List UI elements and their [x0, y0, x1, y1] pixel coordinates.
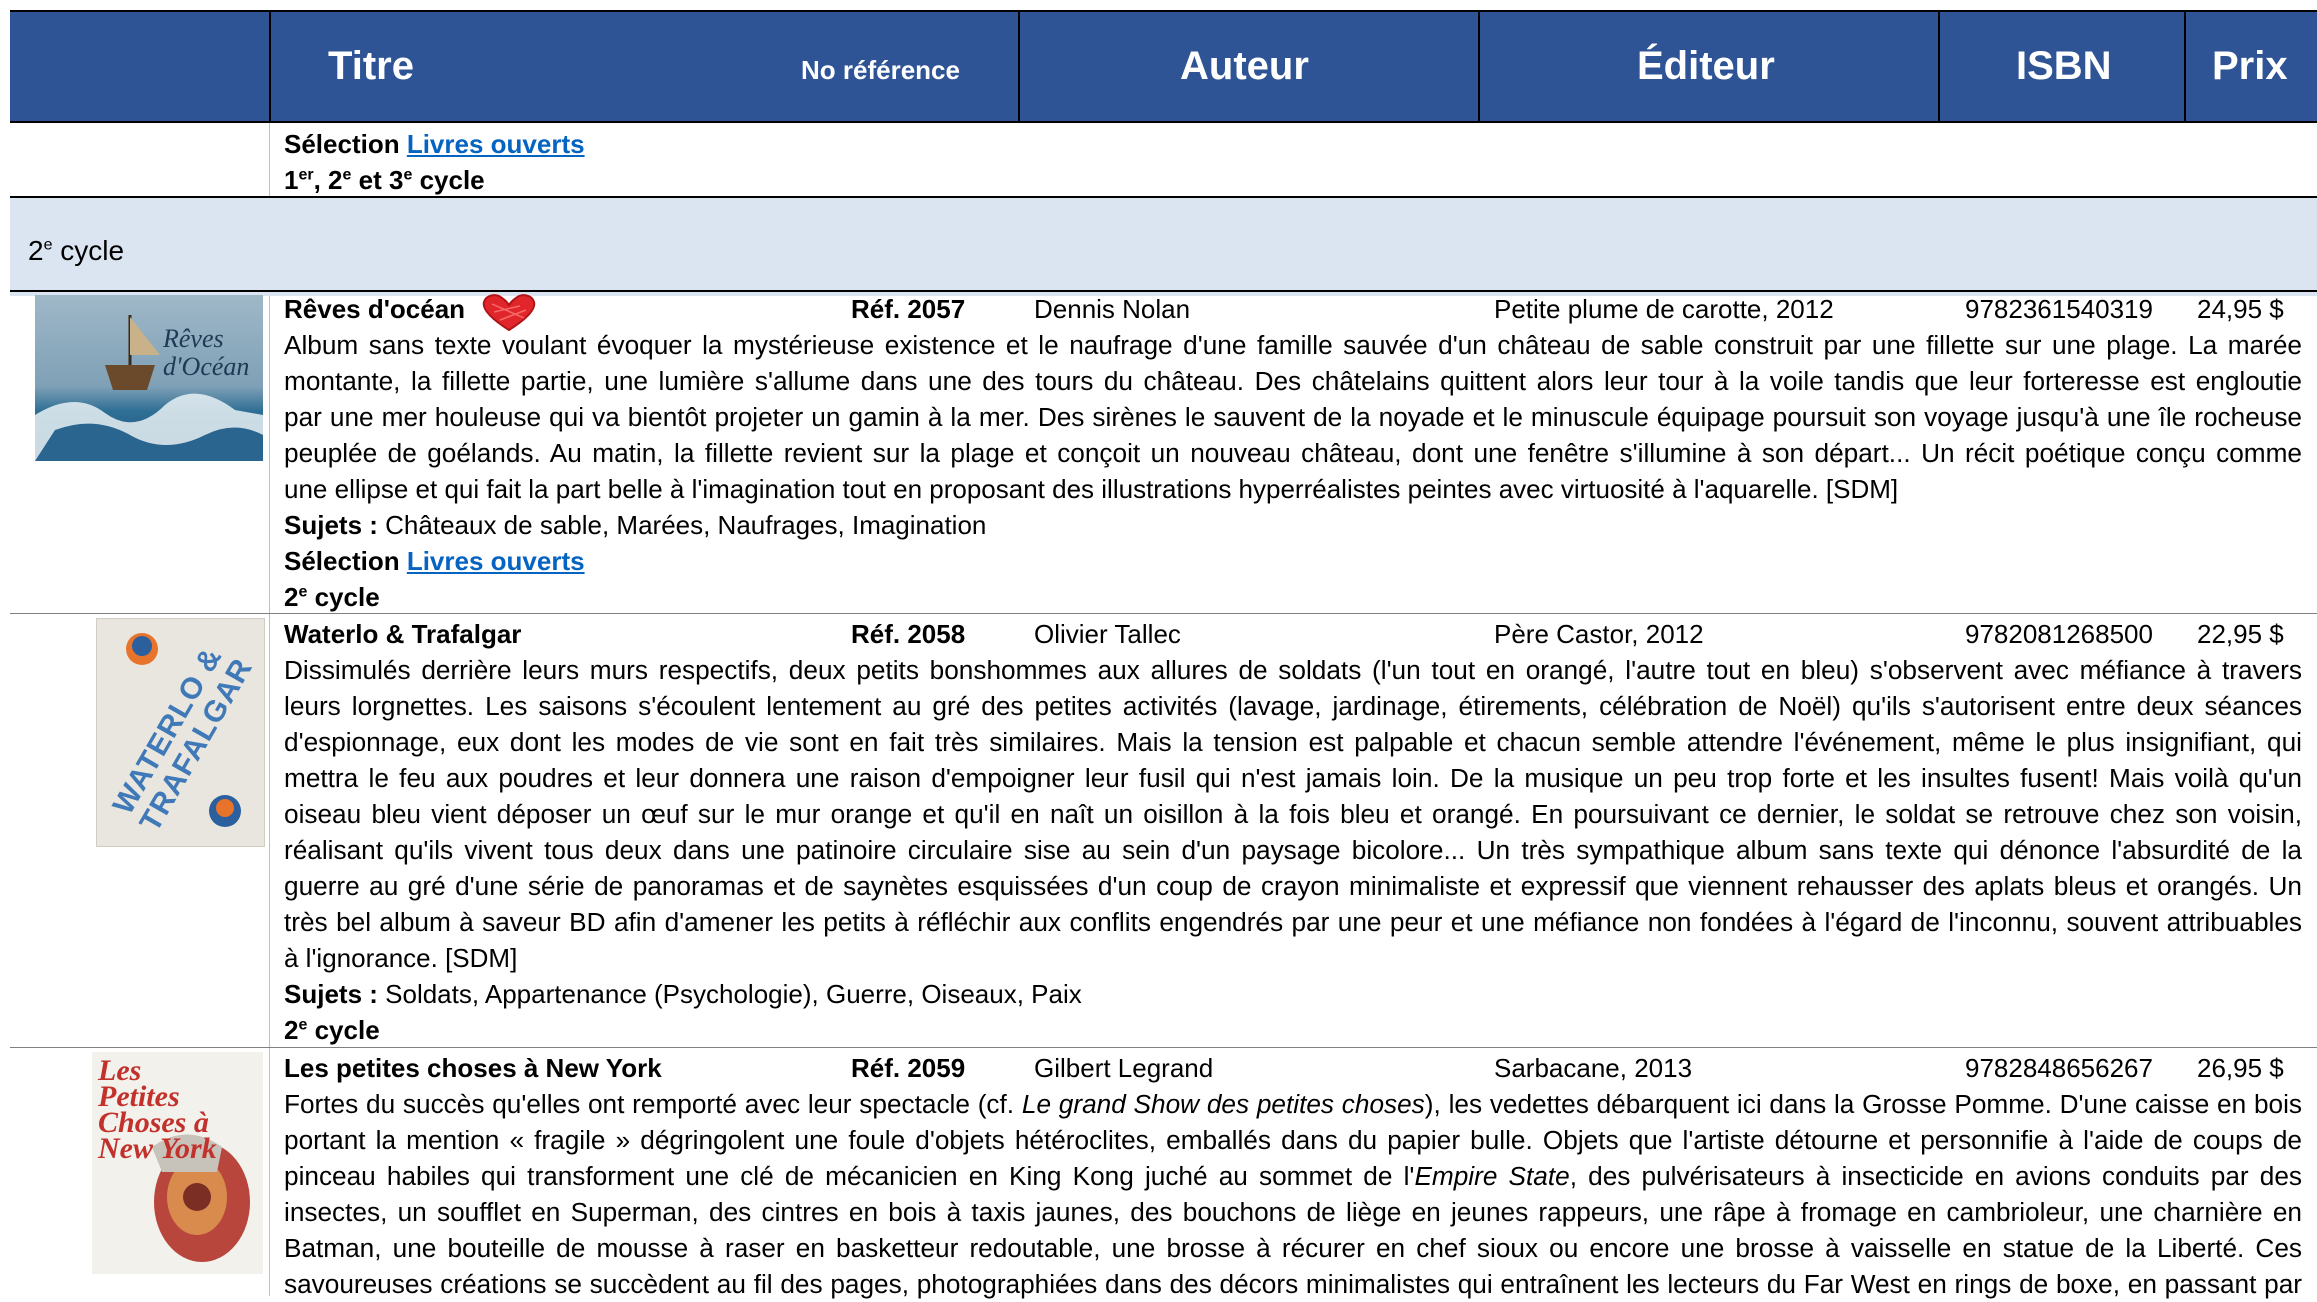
book-price: 22,95 $	[2197, 619, 2284, 649]
divider	[269, 10, 271, 123]
description-line: réalisant qu'ils vivent tous deux dans u…	[284, 835, 2302, 865]
description-line: peuplée de goélands. Au matin, la fillet…	[284, 438, 2302, 468]
book-title: Waterlo & Trafalgar	[284, 619, 522, 649]
divider	[2184, 10, 2186, 123]
header-title: Titre	[328, 44, 414, 88]
description-line: savoureuses créations se succèdent au fi…	[284, 1269, 2302, 1299]
section-heading: 2e cycle	[28, 235, 125, 266]
table-header: Titre No référence Auteur Éditeur ISBN P…	[10, 10, 2317, 123]
book-isbn: 9782081268500	[1965, 619, 2153, 649]
description-line: montante, la fillette partie, une lumièr…	[284, 366, 2302, 396]
book-subjects: Sujets : Châteaux de sable, Marées, Nauf…	[284, 510, 987, 540]
description-line: par une mer houleuse qui va bientôt proj…	[284, 402, 2302, 432]
book-isbn: 9782848656267	[1965, 1053, 2153, 1083]
book-cycle: 2e cycle	[284, 582, 380, 612]
description-line: leurs lorgnettes. Les saisons s'écoulent…	[284, 691, 2302, 721]
livres-ouverts-link[interactable]: Livres ouverts	[407, 129, 585, 159]
book-price: 24,95 $	[2197, 294, 2284, 324]
book-title: Rêves d'océan	[284, 294, 466, 324]
section-band	[10, 198, 2317, 296]
header-isbn: ISBN	[2016, 44, 2112, 88]
cover-title: Les Petites Choses à New York	[98, 1054, 217, 1165]
livres-ouverts-link[interactable]: Livres ouverts	[407, 546, 585, 576]
intro-cycles: 1er, 2e et 3e cycle	[284, 165, 485, 195]
description-line: très bel album à saveur BD afin d'amener…	[284, 907, 2302, 937]
header-price: Prix	[2212, 44, 2288, 88]
divider	[10, 1047, 2317, 1048]
book-reference: Réf. 2058	[851, 619, 966, 649]
header-publisher: Éditeur	[1637, 44, 1775, 88]
book-author: Gilbert Legrand	[1034, 1053, 1214, 1083]
description-line: guerre au gré d'une série de panoramas e…	[284, 871, 2302, 901]
cover-title: Rêves d'Océan	[163, 324, 250, 381]
description-line: à l'ignorance. [SDM]	[284, 943, 518, 973]
header-author: Auteur	[1180, 44, 1309, 88]
description-line: Fortes du succès qu'elles ont remporté a…	[284, 1089, 2302, 1119]
book-publisher: Petite plume de carotte, 2012	[1494, 294, 1834, 324]
description-line: insectes, un soufflet en Superman, des c…	[284, 1197, 2302, 1227]
description-line: d'espionnage, eux dont les modes de vie …	[284, 727, 2302, 757]
book-cover-petites-choses-new-york: Les Petites Choses à New York	[92, 1052, 263, 1274]
divider	[10, 613, 2317, 614]
book-isbn: 9782361540319	[1965, 294, 2153, 324]
intro-selection: Sélection Livres ouverts	[284, 129, 585, 159]
divider	[269, 123, 270, 1296]
book-author: Dennis Nolan	[1034, 294, 1191, 324]
description-line: Album sans texte voulant évoquer la myst…	[284, 330, 2302, 360]
divider	[1478, 10, 1480, 123]
description-line: une ellipse et qui fait la part belle à …	[284, 474, 1899, 504]
book-subjects: Sujets : Soldats, Appartenance (Psycholo…	[284, 979, 1082, 1009]
divider	[1938, 10, 1940, 123]
book-selection: Sélection Livres ouverts	[284, 546, 585, 576]
book-publisher: Sarbacane, 2013	[1494, 1053, 1693, 1083]
description-line: pinceau habiles qui transforment une clé…	[284, 1161, 2302, 1191]
description-line: Batman, une bouteille de mousse à raser …	[284, 1233, 2302, 1263]
book-author: Olivier Tallec	[1034, 619, 1181, 649]
favorite-heart-icon	[482, 294, 536, 332]
book-publisher: Père Castor, 2012	[1494, 619, 1704, 649]
description-line: oiseau bleu vient déposer un œuf sur le …	[284, 799, 2302, 829]
book-title: Les petites choses à New York	[284, 1053, 662, 1083]
book-cover-waterlo-trafalgar: WATERLO & TRAFALGAR	[96, 618, 265, 847]
book-reference: Réf. 2057	[851, 294, 966, 324]
book-reference: Réf. 2059	[851, 1053, 966, 1083]
book-cover-reves-d-ocean: Rêves d'Océan	[35, 295, 263, 461]
header-reference: No référence	[801, 55, 960, 85]
description-line: portant la mention « fragile » dégringol…	[284, 1125, 2302, 1155]
description-line: mettra le feu aux poudres et leur donner…	[284, 763, 2302, 793]
book-cycle: 2e cycle	[284, 1015, 380, 1045]
book-price: 26,95 $	[2197, 1053, 2284, 1083]
divider	[1018, 10, 1020, 123]
description-line: Dissimulés derrière leurs murs respectif…	[284, 655, 2302, 685]
